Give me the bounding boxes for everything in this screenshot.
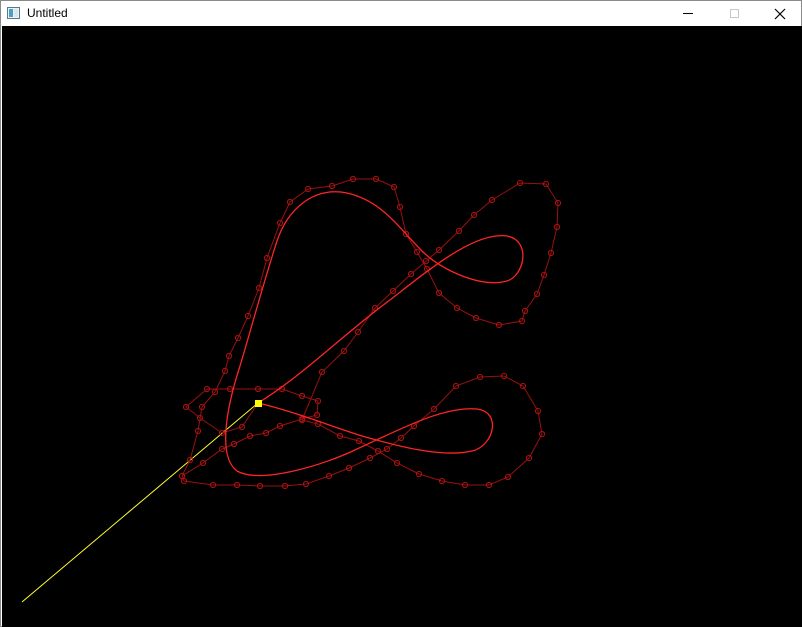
close-button[interactable] [757,1,802,26]
app-icon [7,7,20,19]
drawing-surface [21,175,562,603]
spline-curve [225,191,524,477]
window-title: Untitled [27,6,68,20]
control-polygon [181,178,559,487]
maximize-button[interactable] [711,1,757,26]
minimize-button[interactable] [665,1,711,26]
tracer-point [255,400,262,407]
control-points [178,175,562,490]
title-bar[interactable]: Untitled [1,1,801,26]
app-window: Untitled [0,0,802,627]
maximize-icon [729,9,739,18]
close-icon [774,8,786,19]
minimize-icon [683,13,693,14]
drawing-canvas[interactable] [2,26,802,627]
